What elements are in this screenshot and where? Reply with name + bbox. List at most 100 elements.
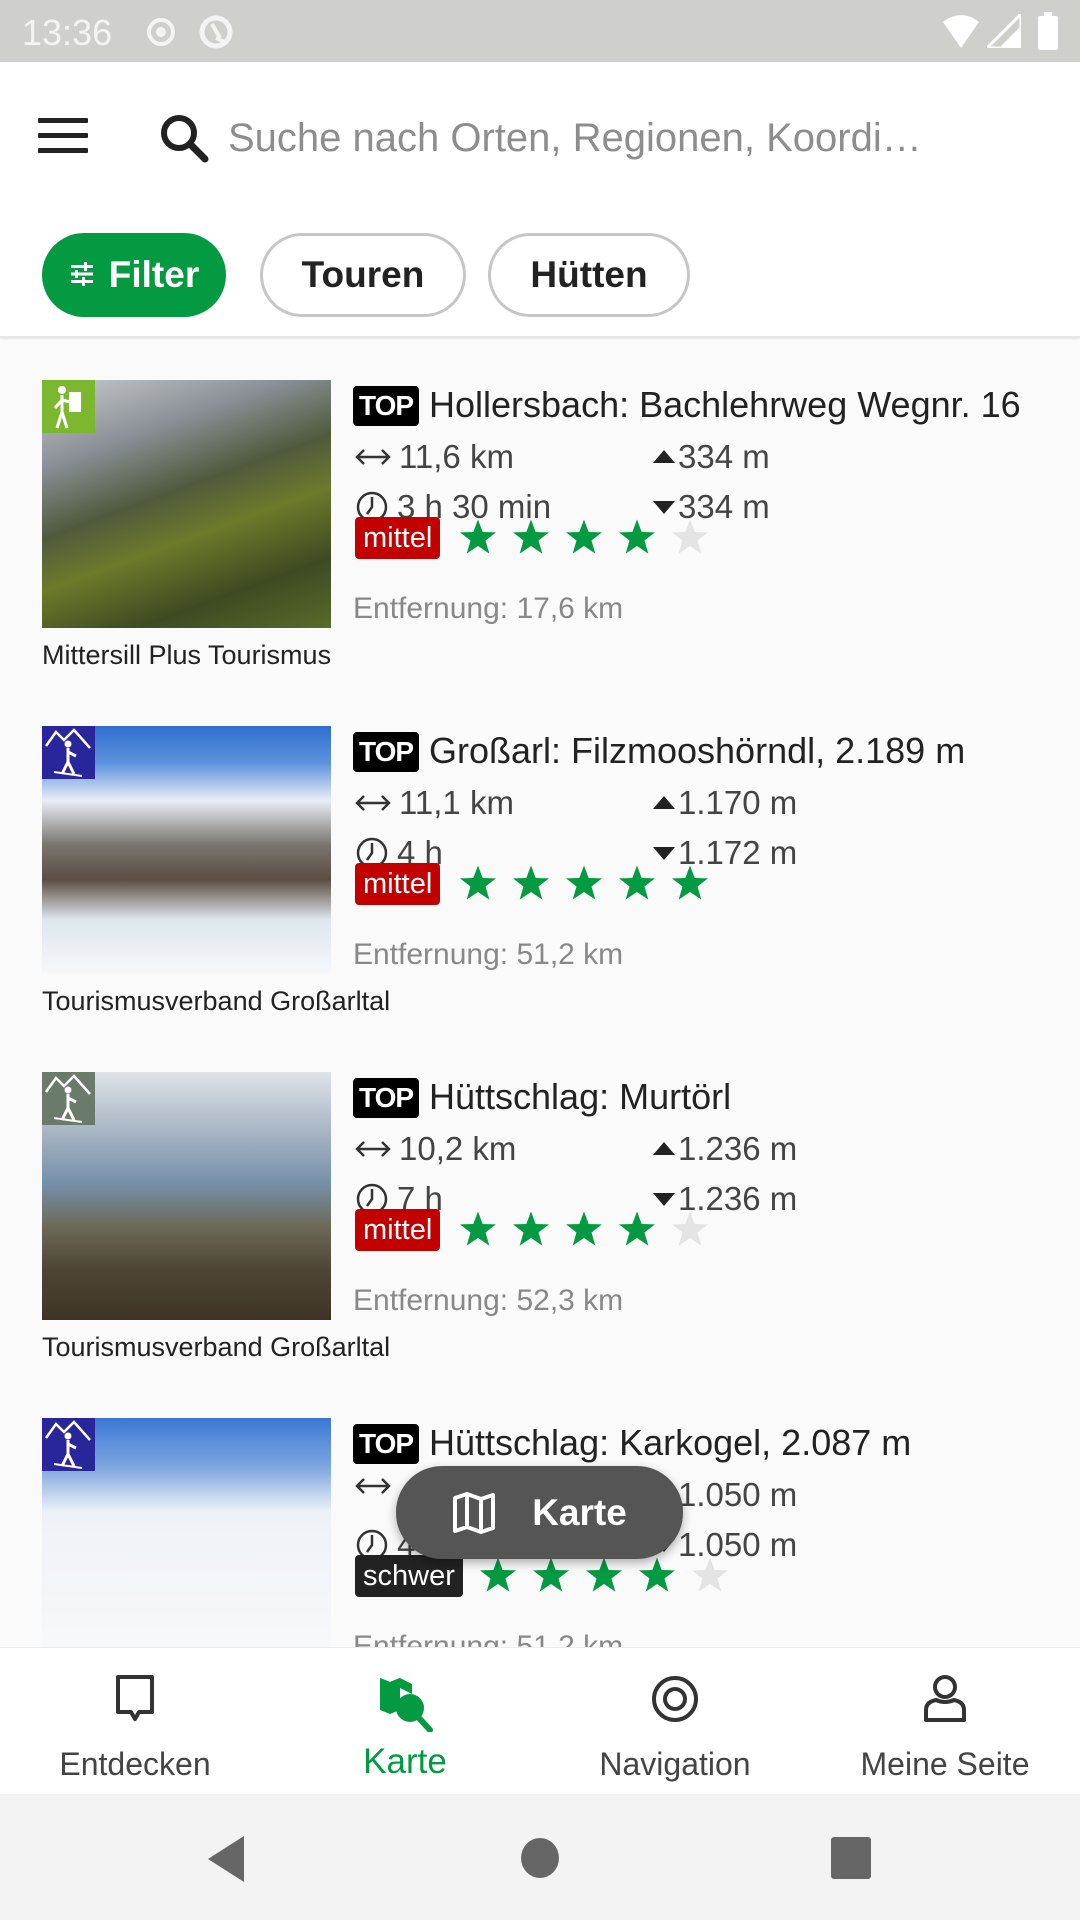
descent-icon	[652, 1189, 676, 1209]
rating-star-icon	[584, 1555, 637, 1597]
search-icon[interactable]	[158, 112, 210, 169]
map-fab-label: Karte	[532, 1491, 627, 1533]
tour-ascent: 1.170 m	[652, 784, 797, 822]
wifi-icon	[943, 14, 979, 53]
top-badge: TOP	[353, 1078, 419, 1118]
rating-star-icon	[458, 863, 511, 905]
sliders-icon	[69, 254, 95, 296]
rating-star-icon	[670, 1209, 723, 1251]
rating-star-icon	[511, 517, 564, 559]
hiking-icon	[42, 380, 95, 433]
rating-stars	[458, 517, 723, 559]
nav-navigation-label: Navigation	[599, 1746, 751, 1782]
distance-arrows-icon	[355, 793, 391, 813]
rating-star-icon	[670, 517, 723, 559]
difficulty-badge: schwer	[355, 1555, 463, 1597]
tour-ascent: 1.236 m	[652, 1130, 797, 1168]
rating-star-icon	[617, 863, 670, 905]
rating-stars	[458, 1209, 723, 1251]
status-bar: 13:36	[0, 0, 1080, 62]
nav-karte[interactable]: Karte	[270, 1648, 540, 1794]
distance-value: 11,6 km	[399, 438, 514, 475]
tour-list[interactable]: TOP Hollersbach: Bachlehrweg Wegnr. 16 11,…	[0, 340, 1080, 1647]
ascent-value: 334 m	[678, 438, 770, 475]
difficulty-badge: mittel	[355, 863, 441, 905]
tour-card[interactable]: TOP Großarl: Filzmooshörndl, 2.189 m 11,1 …	[0, 686, 1080, 1032]
descent-icon	[652, 497, 676, 517]
top-badge: TOP	[353, 386, 419, 426]
touren-chip-label: Touren	[301, 254, 425, 295]
discover-icon	[113, 1674, 157, 1729]
distance-value: 10,2 km	[399, 1130, 517, 1167]
signal-icon	[983, 10, 1023, 53]
ski-touring-icon	[42, 1418, 95, 1471]
tour-card[interactable]: TOP Hüttschlag: Murtörl 10,2 km 7 h 1.236 m1…	[0, 1032, 1080, 1378]
nav-entdecken[interactable]: Entdecken	[0, 1648, 270, 1794]
tour-distance	[355, 1476, 399, 1496]
ascent-value: 1.170 m	[678, 784, 798, 821]
rating-star-icon	[637, 1555, 690, 1597]
map-icon	[452, 1491, 496, 1534]
entfernung-text: Entfernung: 17,6 km	[353, 592, 624, 625]
tour-title[interactable]: Hüttschlag: Murtörl	[429, 1076, 731, 1118]
battery-icon	[1038, 12, 1058, 55]
touren-chip[interactable]: Touren	[260, 233, 466, 317]
bottom-navigation: Entdecken Karte Navigation Meine Seite	[0, 1647, 1080, 1794]
top-badge: TOP	[353, 732, 419, 772]
huetten-chip[interactable]: Hütten	[488, 233, 690, 317]
rating-star-icon	[690, 1555, 743, 1597]
filter-chip-label: Filter	[108, 254, 200, 295]
record-icon	[145, 16, 177, 53]
rating-star-icon	[478, 1555, 531, 1597]
rating-star-icon	[458, 1209, 511, 1251]
search-input[interactable]	[228, 108, 1028, 168]
difficulty-badge: mittel	[355, 1209, 441, 1251]
distance-arrows-icon	[355, 1476, 391, 1496]
distance-arrows-icon	[355, 447, 391, 467]
map-fab-button[interactable]: Karte	[396, 1466, 683, 1559]
rating-star-icon	[458, 517, 511, 559]
rating-star-icon	[564, 517, 617, 559]
ascent-icon	[652, 447, 676, 467]
entfernung-text: Entfernung: 51,2 km	[353, 938, 624, 971]
nav-karte-label: Karte	[363, 1742, 447, 1781]
back-icon[interactable]	[206, 1836, 246, 1887]
top-app-bar: Filter Touren Hütten	[0, 62, 1080, 338]
provider-name: Mittersill Plus Tourismus	[42, 640, 332, 670]
tour-card[interactable]: TOP Hollersbach: Bachlehrweg Wegnr. 16 11,…	[0, 340, 1080, 686]
ski-touring-icon	[42, 726, 95, 779]
system-navigation-bar	[0, 1794, 1080, 1920]
rating-stars	[478, 1555, 743, 1597]
rating-star-icon	[564, 863, 617, 905]
hamburger-menu-icon[interactable]	[38, 118, 88, 158]
mountain-hiking-icon	[42, 1072, 95, 1125]
filter-chip[interactable]: Filter	[42, 233, 226, 317]
rating-star-icon	[511, 863, 564, 905]
rating-star-icon	[531, 1555, 584, 1597]
status-time: 13:36	[22, 12, 113, 53]
navigation-target-icon	[650, 1674, 700, 1729]
top-badge: TOP	[353, 1424, 419, 1464]
descent-icon	[652, 843, 676, 863]
rating-star-icon	[511, 1209, 564, 1251]
tour-distance: 11,6 km	[355, 438, 514, 476]
rating-star-icon	[564, 1209, 617, 1251]
provider-name: Tourismusverband Großarltal	[42, 986, 391, 1016]
home-icon[interactable]	[520, 1837, 560, 1884]
rating-star-icon	[617, 517, 670, 559]
entfernung-text: Entfernung: 51,2 km	[353, 1630, 624, 1647]
distance-value: 11,1 km	[399, 784, 514, 821]
ascent-value: 1.236 m	[678, 1130, 798, 1167]
huetten-chip-label: Hütten	[530, 254, 648, 295]
nav-navigation[interactable]: Navigation	[540, 1648, 810, 1794]
recents-icon[interactable]	[831, 1837, 871, 1884]
ascent-icon	[652, 793, 676, 813]
rating-stars	[458, 863, 723, 905]
app-notification-icon	[198, 14, 234, 55]
nav-entdecken-label: Entdecken	[59, 1746, 211, 1782]
tour-title[interactable]: Hüttschlag: Karkogel, 2.087 m	[429, 1422, 911, 1464]
nav-meine-seite[interactable]: Meine Seite	[810, 1648, 1080, 1794]
tour-title[interactable]: Hollersbach: Bachlehrweg Wegnr. 16	[429, 384, 1021, 426]
tour-distance: 10,2 km	[355, 1130, 516, 1168]
tour-title[interactable]: Großarl: Filzmooshörndl, 2.189 m	[429, 730, 965, 772]
